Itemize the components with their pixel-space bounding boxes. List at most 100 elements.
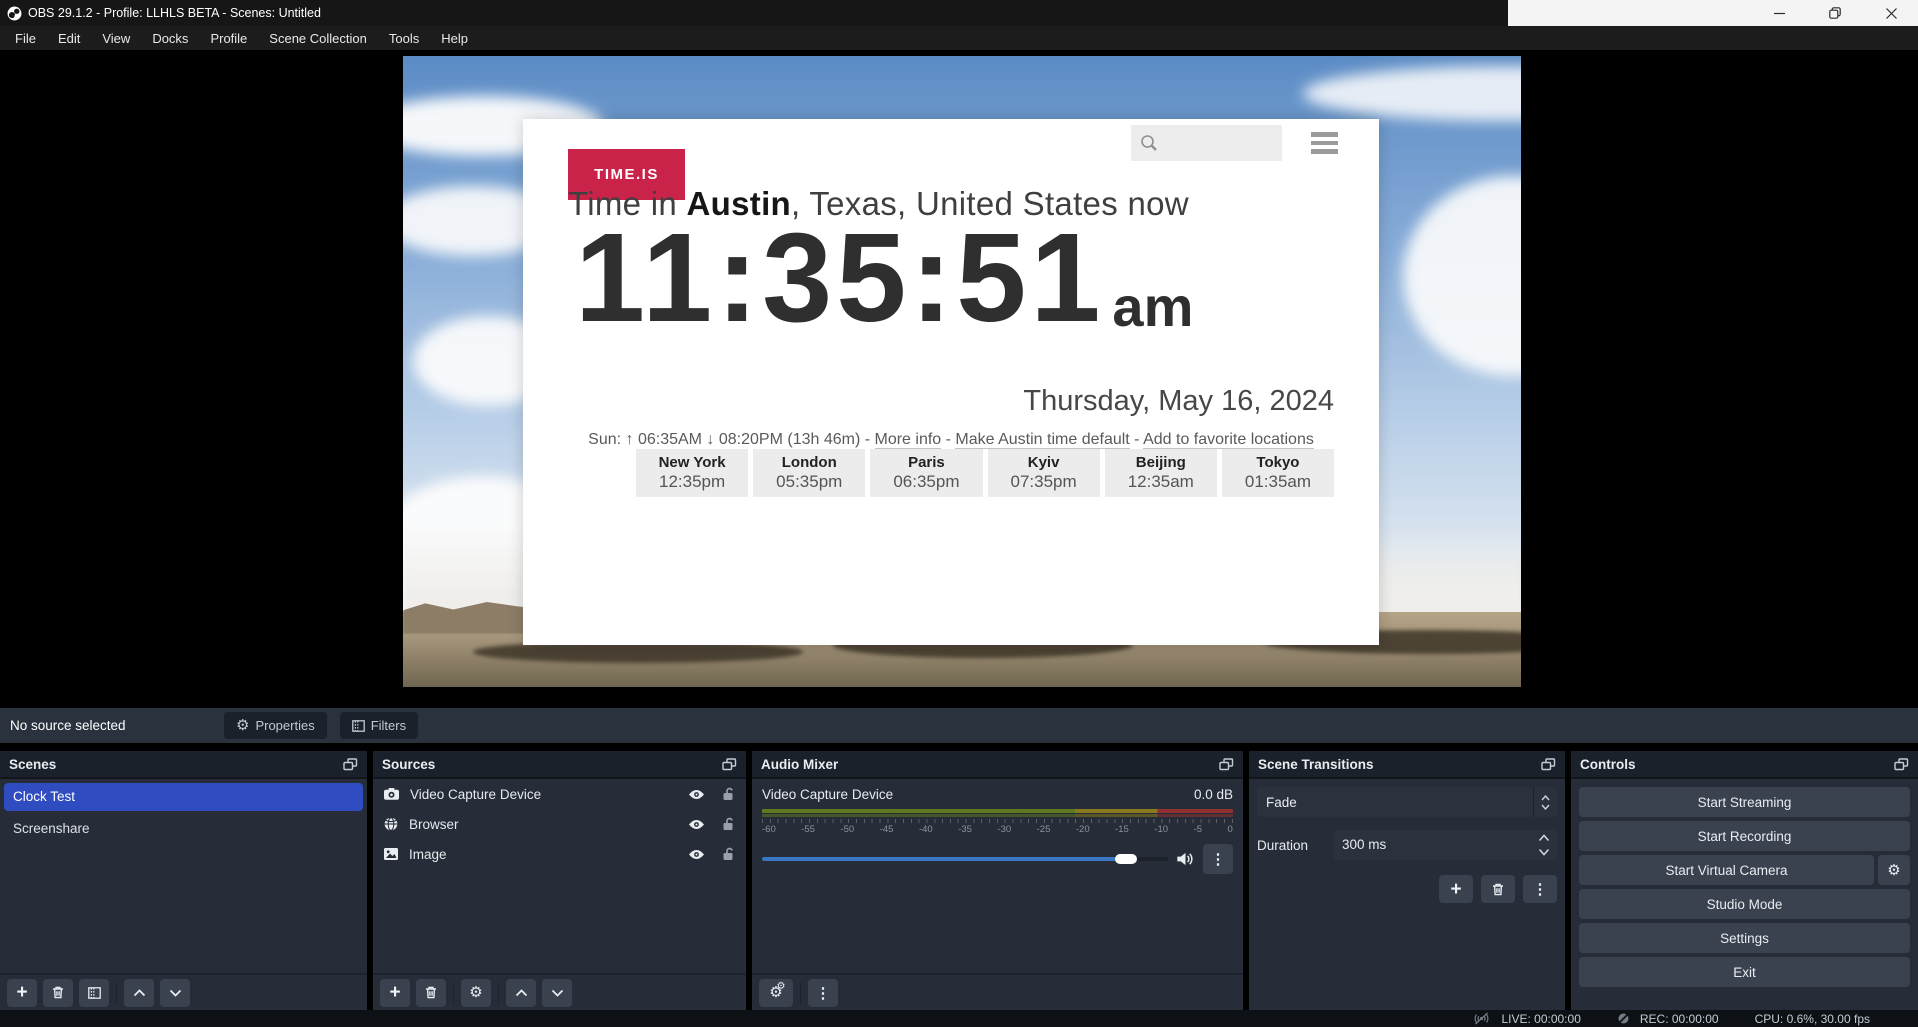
gear-small-icon: ⚙ [777,982,786,992]
source-properties-button[interactable]: ⚙ [461,979,491,1007]
scene-down-button[interactable] [160,979,190,1007]
menu-scene-collection[interactable]: Scene Collection [258,28,378,49]
scene-transitions-header: Scene Transitions [1249,751,1565,779]
timeis-page: TIME.IS Time in Austin, Texas, United St… [523,119,1379,645]
properties-button[interactable]: ⚙ Properties [224,712,327,739]
source-up-button[interactable] [506,979,536,1007]
start-streaming-button[interactable]: Start Streaming [1579,787,1910,817]
menu-tools[interactable]: Tools [378,28,430,49]
remove-source-button[interactable] [416,979,446,1007]
restore-button[interactable] [1822,3,1848,23]
start-virtual-camera-button[interactable]: Start Virtual Camera [1579,855,1874,885]
close-button[interactable] [1878,3,1904,23]
audio-mixer-footer: ⚙⚙ ⋮ [752,973,1243,1010]
lock-icon[interactable] [722,847,735,861]
exit-button[interactable]: Exit [1579,957,1910,987]
transition-menu-button[interactable]: ⋮ [1523,875,1557,903]
preview-canvas[interactable]: TIME.IS Time in Austin, Texas, United St… [403,56,1521,687]
image-icon [384,848,398,860]
remove-transition-button[interactable] [1481,875,1515,903]
city-cell: London05:35pm [753,449,865,497]
controls-panel: Controls Start Streaming Start Recording… [1571,751,1918,1010]
menu-file[interactable]: File [4,28,47,49]
popout-icon[interactable] [722,758,737,771]
more-info-link: More info [875,431,942,449]
eye-icon[interactable] [688,819,705,830]
popout-icon[interactable] [1541,758,1556,771]
add-transition-button[interactable]: + [1439,875,1473,903]
camera-icon [384,788,399,800]
scene-up-button[interactable] [124,979,154,1007]
clock-digits: 11:35:51 [575,215,1104,341]
lock-icon[interactable] [722,787,735,801]
mixer-channel-menu-button[interactable]: ⋮ [1203,844,1233,874]
source-down-button[interactable] [542,979,572,1007]
sources-panel: Sources Video Capture Device Browser Ima… [373,751,746,1010]
menu-profile[interactable]: Profile [199,28,258,49]
preview-area: TIME.IS Time in Austin, Texas, United St… [0,50,1918,708]
city-cell: New York12:35pm [636,449,748,497]
duration-input[interactable]: 300 ms [1333,830,1557,860]
favorite-locations-link: Add to favorite locations [1143,431,1314,449]
timeis-clock: 11:35:51 am [575,215,1193,341]
start-recording-button[interactable]: Start Recording [1579,821,1910,851]
eye-icon[interactable] [688,789,705,800]
menu-docks[interactable]: Docks [141,28,199,49]
source-row-image[interactable]: Image [373,839,746,869]
add-scene-button[interactable]: + [7,979,37,1007]
timeis-search-box [1131,125,1282,161]
city-cell: Tokyo01:35am [1222,449,1334,497]
trash-icon [52,986,64,999]
record-inactive-icon [1617,1012,1630,1025]
spin-down-icon[interactable] [1538,848,1550,856]
popout-icon[interactable] [1219,758,1234,771]
menu-edit[interactable]: Edit [47,28,91,49]
trash-icon [425,986,437,999]
menu-view[interactable]: View [91,28,141,49]
speaker-icon[interactable] [1177,852,1194,866]
scenes-title: Scenes [9,757,56,772]
volume-slider[interactable] [762,857,1168,861]
scene-filters-button[interactable] [79,979,109,1007]
caption-button-area [1508,0,1918,26]
globe-icon [384,817,398,831]
virtual-camera-settings-button[interactable]: ⚙ [1878,855,1910,885]
studio-mode-button[interactable]: Studio Mode [1579,889,1910,919]
chevron-down-icon [169,989,182,997]
advanced-audio-button[interactable]: ⚙⚙ [759,979,793,1007]
city-cell: Paris06:35pm [870,449,982,497]
filter-icon [88,987,101,999]
volume-slider-handle[interactable] [1115,854,1137,864]
clock-ampm: am [1112,279,1193,335]
scene-transitions-panel: Scene Transitions Fade Duration 300 ms [1249,751,1565,1010]
transition-select-spinner[interactable] [1533,787,1557,817]
audio-mixer-title: Audio Mixer [761,757,838,772]
menu-help[interactable]: Help [430,28,479,49]
filters-button[interactable]: Filters [340,712,418,739]
remove-scene-button[interactable] [43,979,73,1007]
chevron-up-icon [515,989,528,997]
settings-button[interactable]: Settings [1579,923,1910,953]
source-row-video-capture[interactable]: Video Capture Device [373,779,746,809]
popout-icon[interactable] [343,758,358,771]
obs-window: OBS 29.1.2 - Profile: LLHLS BETA - Scene… [0,0,1918,1027]
chevron-up-icon [133,989,146,997]
mixer-level-value: 0.0 dB [1194,787,1233,802]
spin-up-icon[interactable] [1538,834,1550,842]
live-timer: LIVE: 00:00:00 [1501,1012,1580,1026]
scene-item-screenshare[interactable]: Screenshare [4,815,363,843]
cloud [1303,66,1521,121]
scene-item-clock-test[interactable]: Clock Test [4,783,363,811]
mixer-menu-button[interactable]: ⋮ [808,979,838,1007]
popout-icon[interactable] [1894,758,1909,771]
scenes-header: Scenes [0,751,367,779]
lock-icon[interactable] [722,817,735,831]
source-row-browser[interactable]: Browser [373,809,746,839]
transition-select[interactable]: Fade [1257,787,1557,817]
add-source-button[interactable]: + [380,979,410,1007]
volume-meter-right [762,814,1233,817]
eye-icon[interactable] [688,849,705,860]
minimize-button[interactable] [1766,3,1792,23]
obs-logo-icon [7,6,22,21]
source-toolbar: No source selected ⚙ Properties Filters [0,708,1918,743]
